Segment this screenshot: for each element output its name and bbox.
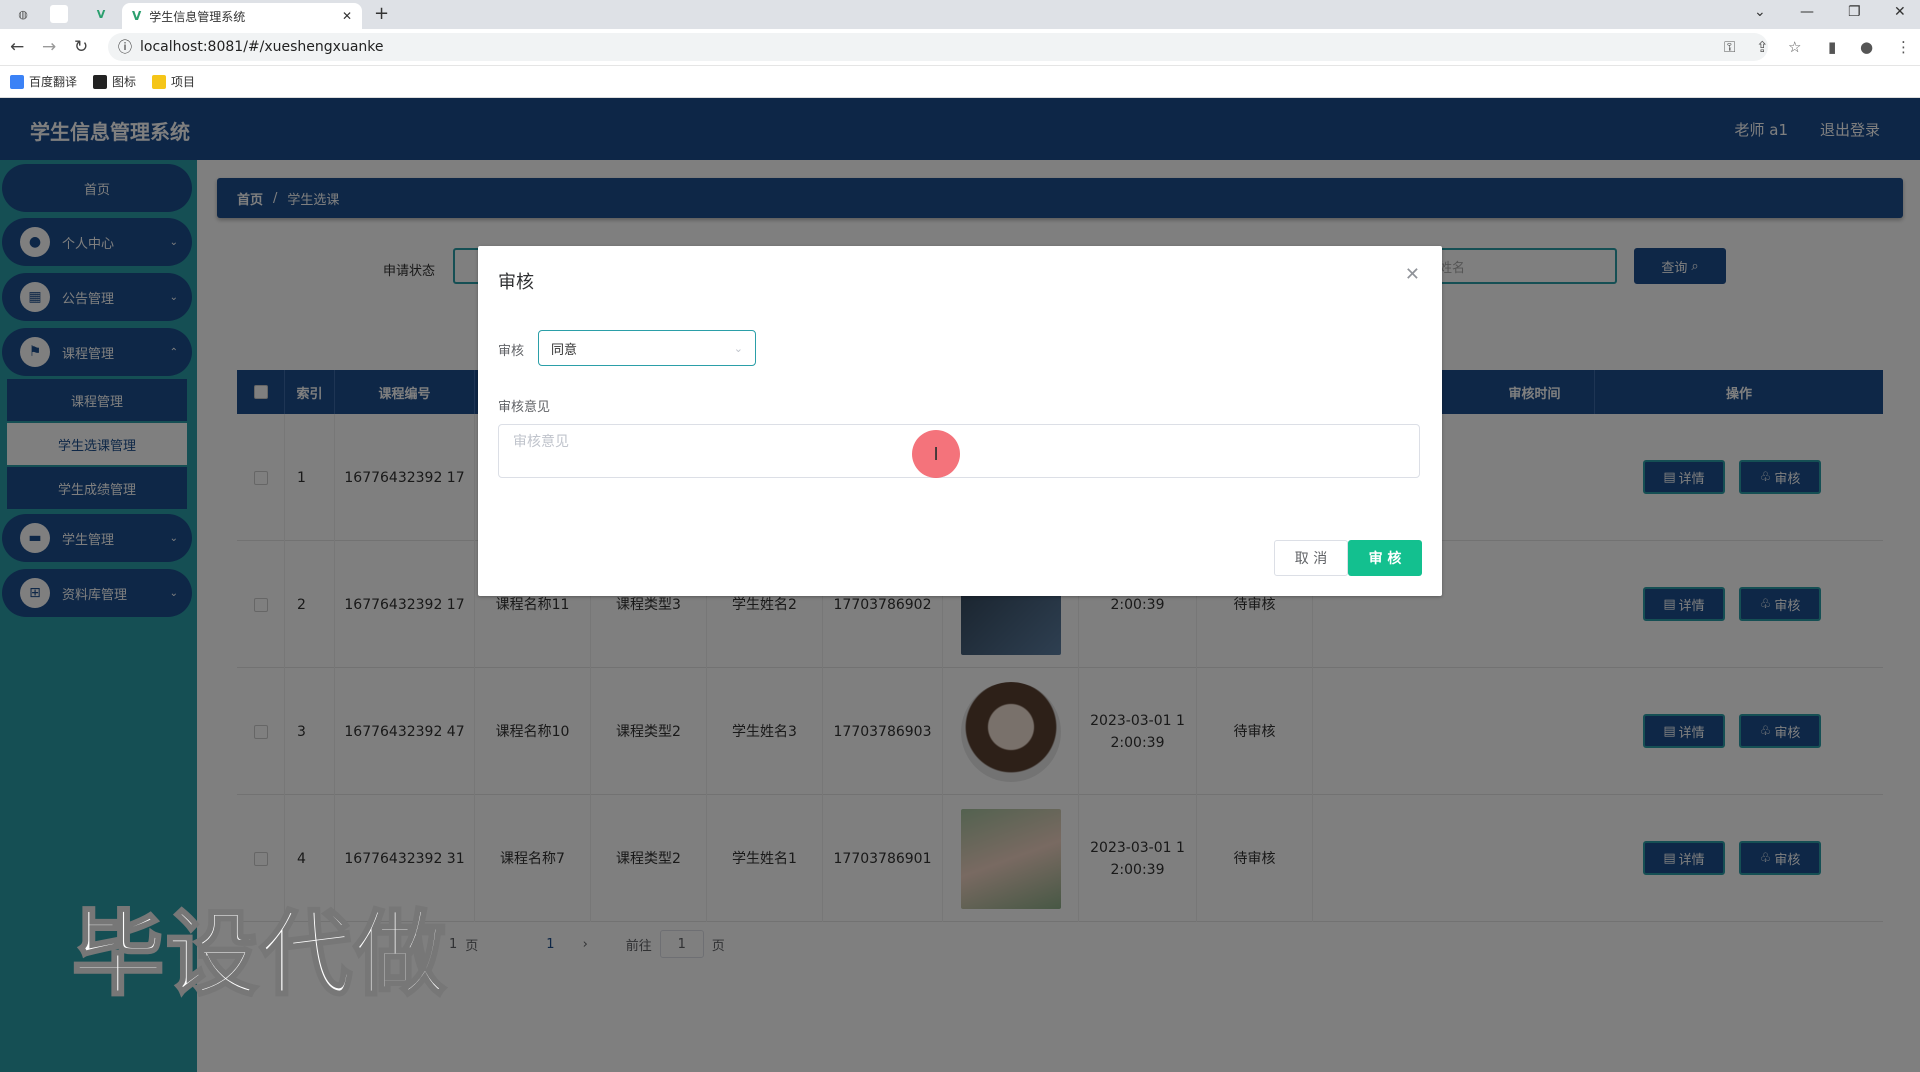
share-icon[interactable]: ⇪ xyxy=(1756,38,1769,56)
review-label: 审核 xyxy=(498,344,525,359)
forward-icon[interactable]: → xyxy=(42,37,56,57)
vue-icon[interactable]: V xyxy=(92,5,110,23)
review-dialog: 审核 ✕ 审核 同意 ⌄ 审核意见 审核意见 取 消 审 核 xyxy=(478,246,1442,596)
translate-icon xyxy=(10,74,24,89)
close-icon[interactable]: ✕ xyxy=(1405,264,1420,285)
review-select[interactable]: 同意 ⌄ xyxy=(538,330,756,366)
folder-icon xyxy=(152,74,167,89)
globe-icon[interactable]: ◍ xyxy=(14,5,32,23)
sidepanel-icon[interactable]: ▮ xyxy=(1828,38,1836,56)
browser-tab-bar: ◍ V V 学生信息管理系统 ✕ + ⌄ — ❐ ✕ xyxy=(0,0,1920,29)
close-tab-icon[interactable]: ✕ xyxy=(342,9,352,23)
dialog-title: 审核 xyxy=(498,272,534,293)
minimize-icon[interactable]: — xyxy=(1800,4,1814,20)
active-tab[interactable]: V 学生信息管理系统 ✕ xyxy=(122,3,362,29)
more-menu-icon[interactable]: ⋮ xyxy=(1896,38,1911,56)
image-icon xyxy=(93,74,108,89)
info-icon[interactable]: ⓘ xyxy=(118,37,132,57)
back-icon[interactable]: ← xyxy=(10,37,24,57)
opinion-label: 审核意见 xyxy=(498,400,551,415)
reload-icon[interactable]: ↻ xyxy=(74,37,88,57)
new-tab-icon[interactable]: + xyxy=(374,3,389,24)
tab-title: 学生信息管理系统 xyxy=(149,9,246,24)
bookmarks-bar: 百度翻译 图标 项目 xyxy=(0,66,1920,98)
bookmark-icons[interactable]: 图标 xyxy=(93,73,136,90)
restore-icon[interactable]: ❐ xyxy=(1848,4,1861,20)
profile-icon[interactable]: ● xyxy=(1860,38,1873,56)
vue-icon: V xyxy=(132,9,142,23)
star-icon[interactable]: ☆ xyxy=(1788,38,1801,56)
url-text: localhost:8081/#/xueshengxuanke xyxy=(140,39,384,55)
key-icon[interactable]: ⚿ xyxy=(1724,38,1735,56)
cursor-highlight: I xyxy=(912,430,960,478)
address-bar-row: ← → ↻ ⓘ localhost:8081/#/xueshengxuanke … xyxy=(0,29,1920,66)
url-field[interactable]: ⓘ localhost:8081/#/xueshengxuanke xyxy=(108,33,1768,61)
chevron-down-icon: ⌄ xyxy=(733,341,743,355)
blank-tab-icon[interactable] xyxy=(50,5,68,23)
tab-search-icon[interactable]: ⌄ xyxy=(1754,4,1766,20)
close-window-icon[interactable]: ✕ xyxy=(1894,4,1906,20)
bookmark-project[interactable]: 项目 xyxy=(152,73,195,90)
bookmark-baidu-translate[interactable]: 百度翻译 xyxy=(10,73,77,90)
confirm-review-button[interactable]: 审 核 xyxy=(1348,540,1422,576)
cancel-button[interactable]: 取 消 xyxy=(1274,540,1348,576)
watermark-text: 毕设代做 xyxy=(70,900,449,1010)
